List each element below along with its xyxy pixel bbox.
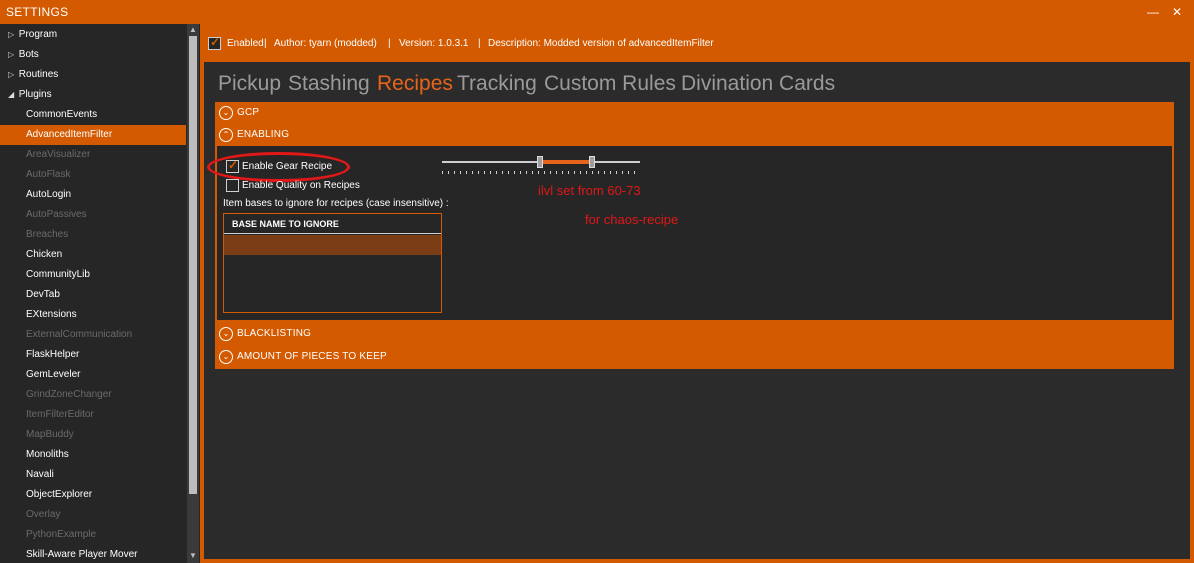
sidebar-category-label: Program <box>18 29 58 40</box>
tab-tracking[interactable]: Tracking <box>457 72 537 96</box>
sidebar-plugin-autologin[interactable]: AutoLogin <box>0 185 186 205</box>
sidebar-plugin-breaches[interactable]: Breaches <box>0 225 186 245</box>
sidebar-category-label: Plugins <box>18 89 52 100</box>
sidebar-category-plugins[interactable]: ◢ Plugins <box>0 85 186 105</box>
tab-stashing[interactable]: Stashing <box>288 72 370 96</box>
sidebar-scrollbar[interactable]: ▲ ▼ <box>187 24 199 563</box>
table-row[interactable] <box>224 235 441 255</box>
ignore-bases-hint: Item bases to ignore for recipes (case i… <box>223 198 449 209</box>
sidebar-plugin-commonevents[interactable]: CommonEvents <box>0 105 186 125</box>
section-enabling-label: ENABLING <box>237 129 290 140</box>
sidebar-plugin-extensions[interactable]: EXtensions <box>0 305 186 325</box>
window-title: SETTINGS <box>6 5 69 19</box>
slider-min-handle[interactable] <box>537 156 543 168</box>
sidebar-category-program[interactable]: ▷ Program <box>0 25 186 45</box>
section-amount-label: AMOUNT OF PIECES TO KEEP <box>237 351 387 362</box>
sidebar-plugin-externalcommunication[interactable]: ExternalCommunication <box>0 325 186 345</box>
sidebar: ▷ Program ▷ Bots ▷ Routines ◢ Plugins Co… <box>0 24 200 563</box>
section-gcp-header[interactable]: ⌄ GCP <box>215 103 1174 123</box>
ignore-bases-table[interactable]: BASE NAME TO IGNORE <box>223 213 442 313</box>
sidebar-category-routines[interactable]: ▷ Routines <box>0 65 186 85</box>
description-text: Description: Modded version of advancedI… <box>488 38 714 49</box>
sidebar-plugin-overlay[interactable]: Overlay <box>0 505 186 525</box>
sidebar-plugin-grindzonechanger[interactable]: GrindZoneChanger <box>0 385 186 405</box>
expand-chevron-icon: ⌄ <box>219 106 233 120</box>
highlight-circle-annotation <box>207 152 350 182</box>
tab-divination-cards[interactable]: Divination Cards <box>681 72 835 96</box>
slider-max-handle[interactable] <box>589 156 595 168</box>
sidebar-plugin-devtab[interactable]: DevTab <box>0 285 186 305</box>
expand-chevron-icon: ⌄ <box>219 350 233 364</box>
section-gcp-label: GCP <box>237 107 260 118</box>
sidebar-category-bots[interactable]: ▷ Bots <box>0 45 186 65</box>
expand-chevron-icon: ⌄ <box>219 327 233 341</box>
tab-custom-rules[interactable]: Custom Rules <box>544 72 676 96</box>
ignore-table-header: BASE NAME TO IGNORE <box>224 214 441 234</box>
ilvl-annotation-text: ilvl set from 60-73 <box>538 183 641 198</box>
section-enabling-header[interactable]: ⌃ ENABLING <box>215 125 1174 145</box>
slider-selected-range <box>540 160 592 164</box>
section-blacklisting-label: BLACKLISTING <box>237 328 312 339</box>
scroll-up-arrow-icon[interactable]: ▲ <box>187 25 199 35</box>
sidebar-plugin-navali[interactable]: Navali <box>0 465 186 485</box>
collapse-arrow-icon: ◢ <box>8 90 15 99</box>
sidebar-plugin-autopassives[interactable]: AutoPassives <box>0 205 186 225</box>
quality-recipe-label: Enable Quality on Recipes <box>242 180 360 191</box>
scroll-down-arrow-icon[interactable]: ▼ <box>187 551 199 561</box>
quality-recipe-checkbox[interactable] <box>226 179 239 192</box>
slider-ticks <box>442 171 640 174</box>
sidebar-plugin-objectexplorer[interactable]: ObjectExplorer <box>0 485 186 505</box>
enabled-label: Enabled <box>227 38 264 49</box>
sidebar-category-label: Bots <box>18 49 39 60</box>
expand-arrow-icon: ▷ <box>8 70 15 79</box>
author-text: Author: tyarn (modded) <box>274 38 377 49</box>
sidebar-plugin-communitylib[interactable]: CommunityLib <box>0 265 186 285</box>
sidebar-plugin-advanceditemfilter[interactable]: AdvancedItemFilter <box>0 125 186 145</box>
version-text: Version: 1.0.3.1 <box>399 38 469 49</box>
scrollbar-thumb[interactable] <box>189 36 197 494</box>
expand-arrow-icon: ▷ <box>8 30 15 39</box>
chaos-recipe-annotation-text: for chaos-recipe <box>585 212 679 227</box>
tab-recipes[interactable]: Recipes <box>377 72 453 96</box>
section-amount-header[interactable]: ⌄ AMOUNT OF PIECES TO KEEP <box>215 347 1174 367</box>
sidebar-plugin-monoliths[interactable]: Monoliths <box>0 445 186 465</box>
ilvl-range-slider[interactable] <box>442 154 642 176</box>
separator: | <box>388 38 391 49</box>
collapse-chevron-icon: ⌃ <box>219 128 233 142</box>
section-blacklisting-header[interactable]: ⌄ BLACKLISTING <box>215 324 1174 344</box>
separator: | <box>264 38 267 49</box>
sidebar-plugin-itemfiltereditor[interactable]: ItemFilterEditor <box>0 405 186 425</box>
checkmark-icon: ✓ <box>210 35 221 49</box>
sidebar-plugin-pythonexample[interactable]: PythonExample <box>0 525 186 545</box>
close-button[interactable]: ✕ <box>1166 2 1188 22</box>
sidebar-plugin-gemleveler[interactable]: GemLeveler <box>0 365 186 385</box>
sidebar-plugin-flaskhelper[interactable]: FlaskHelper <box>0 345 186 365</box>
sidebar-plugin-autoflask[interactable]: AutoFlask <box>0 165 186 185</box>
expand-arrow-icon: ▷ <box>8 50 15 59</box>
minimize-button[interactable]: — <box>1142 2 1164 22</box>
separator: | <box>478 38 481 49</box>
plugin-enabled-checkbox[interactable]: ✓ <box>208 35 221 50</box>
sidebar-category-label: Routines <box>18 69 59 80</box>
sidebar-plugin-chicken[interactable]: Chicken <box>0 245 186 265</box>
tab-pickup[interactable]: Pickup <box>218 72 281 96</box>
sidebar-plugin-skill-aware-player-mover[interactable]: Skill-Aware Player Mover <box>0 545 186 563</box>
sidebar-plugin-areavisualizer[interactable]: AreaVisualizer <box>0 145 186 165</box>
title-bar: SETTINGS — ✕ <box>0 0 1194 24</box>
sidebar-plugin-mapbuddy[interactable]: MapBuddy <box>0 425 186 445</box>
